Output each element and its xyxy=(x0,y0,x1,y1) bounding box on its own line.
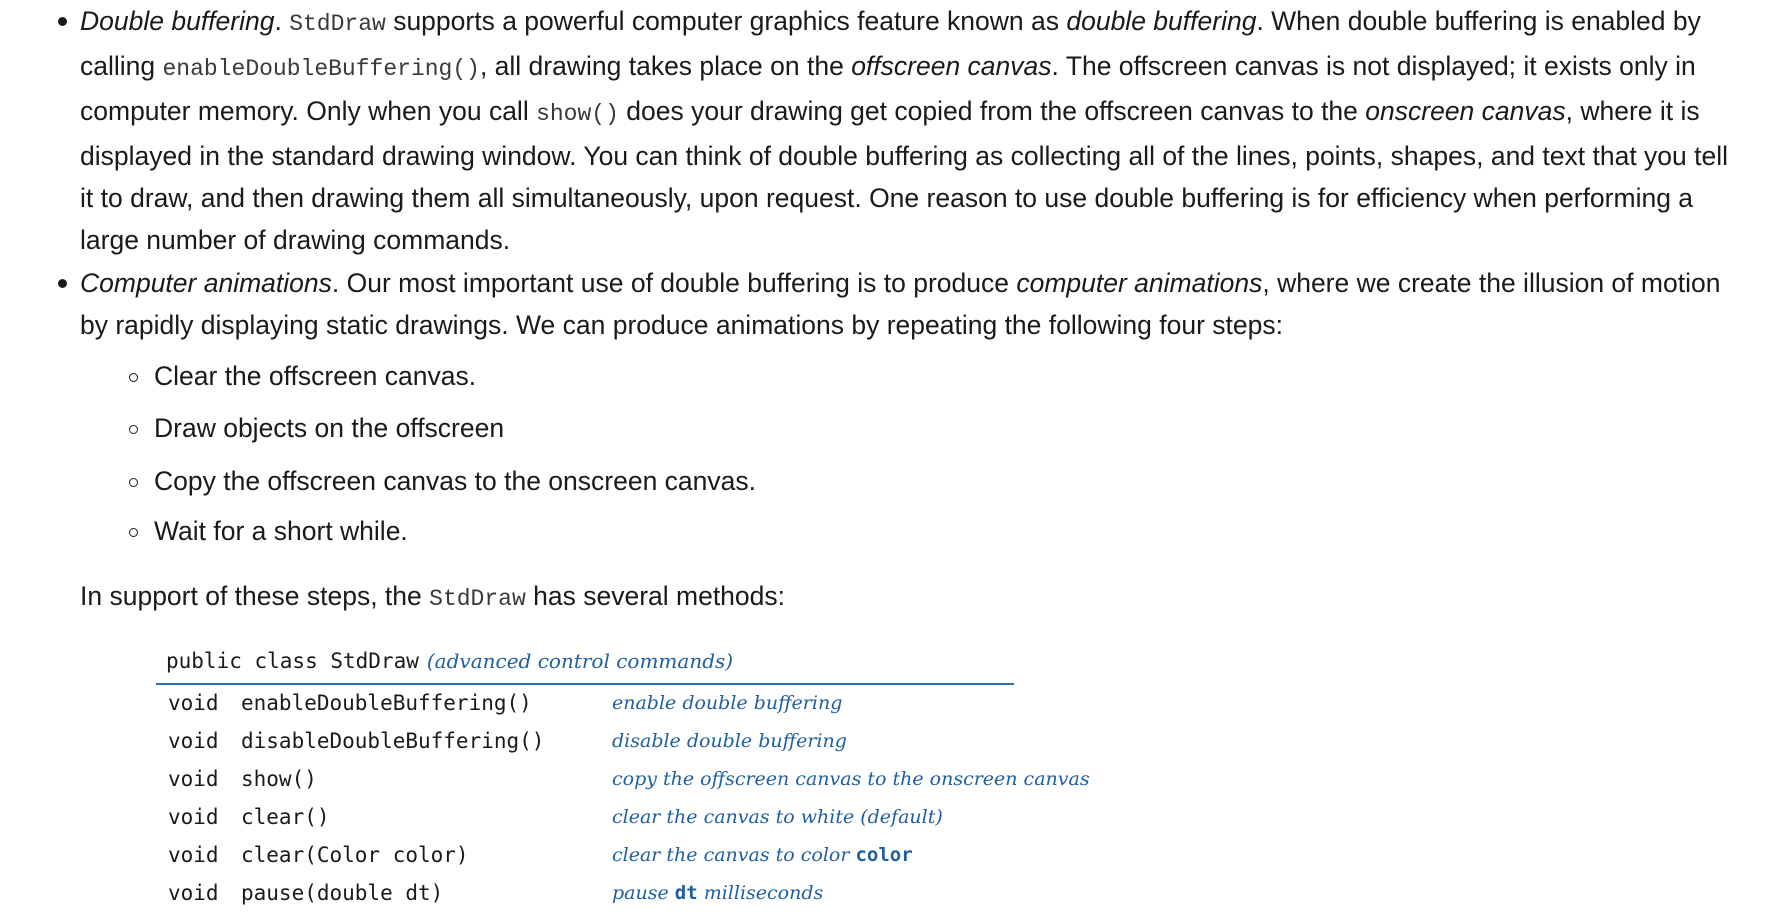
support-code: StdDraw xyxy=(429,586,526,612)
bullet-double-buffering: Double buffering. StdDraw supports a pow… xyxy=(80,0,1740,261)
api-row: void clear() clear the canvas to white (de… xyxy=(156,799,1016,837)
body-text: does your drawing get copied from the of… xyxy=(618,96,1366,126)
api-row: void clear(Color color) clear the canvas t… xyxy=(156,837,1016,875)
api-description-text: copy the offscreen canvas to the onscree… xyxy=(612,768,1090,790)
sub-bullet-marker xyxy=(129,528,138,537)
step-item: Wait for a short while. xyxy=(154,516,408,546)
api-return-type: void xyxy=(168,805,219,829)
api-method-signature: clear() xyxy=(241,805,330,829)
api-description-code: dt xyxy=(674,882,698,904)
api-method-description: pause dt milliseconds xyxy=(612,882,823,904)
api-method-signature: clear(Color color) xyxy=(241,843,469,867)
api-row: void pause(double dt) pause dt millisecond… xyxy=(156,875,1016,913)
api-return-type: void xyxy=(168,767,219,791)
api-method-description: disable double buffering xyxy=(612,730,847,752)
inline-code: show() xyxy=(536,101,619,127)
api-return-type: void xyxy=(168,843,219,867)
sub-bullet-marker xyxy=(129,425,138,434)
api-method-signature: show() xyxy=(241,767,317,791)
inline-code: StdDraw xyxy=(289,11,386,37)
api-header: public class StdDraw (advanced control co… xyxy=(156,640,1016,680)
support-text-before: In support of these steps, the xyxy=(80,581,430,611)
step-item: Draw objects on the offscreen xyxy=(154,413,505,443)
api-row: void disableDoubleBuffering() disable doub… xyxy=(156,723,1016,761)
support-paragraph: In support of these steps, the StdDraw h… xyxy=(80,575,785,620)
emphasis-text: offscreen canvas xyxy=(851,51,1052,81)
emphasis-text: computer animations xyxy=(1016,268,1263,298)
bullet-computer-animations: Computer animations. Our most important … xyxy=(80,262,1740,346)
api-method-signature: disableDoubleBuffering() xyxy=(241,729,545,753)
sub-bullet-marker xyxy=(129,373,138,382)
api-description-text: clear the canvas to white (default) xyxy=(612,806,943,828)
api-class-signature: public class StdDraw xyxy=(166,649,419,673)
bullet-body: . StdDraw supports a powerful computer g… xyxy=(80,6,1728,255)
api-table: public class StdDraw (advanced control co… xyxy=(156,640,1090,913)
inline-code: enableDoubleBuffering() xyxy=(162,56,480,82)
api-return-type: void xyxy=(168,881,219,905)
support-text-after: has several methods: xyxy=(525,581,786,611)
api-method-description: enable double buffering xyxy=(612,692,842,714)
api-method-signature: enableDoubleBuffering() xyxy=(241,691,532,715)
bullet-marker xyxy=(58,17,67,26)
api-method-description: clear the canvas to white (default) xyxy=(612,806,943,828)
bullet-marker xyxy=(58,279,67,288)
body-text: . Our most important use of double buffe… xyxy=(331,268,1017,298)
api-method-signature: pause(double dt) xyxy=(241,881,444,905)
emphasis-text: double buffering xyxy=(1066,6,1257,36)
api-row: void enableDoubleBuffering() enable double… xyxy=(156,685,1016,723)
body-text: . xyxy=(274,6,290,36)
api-description-text: milliseconds xyxy=(697,882,824,904)
step-item: Clear the offscreen canvas. xyxy=(154,361,477,391)
sub-bullet-marker xyxy=(129,478,138,487)
api-description-text: enable double buffering xyxy=(612,692,843,714)
api-description-text: clear the canvas to color xyxy=(612,844,856,866)
api-row: void show() copy the offscreen canvas to t… xyxy=(156,761,1090,799)
api-return-type: void xyxy=(168,691,219,715)
api-method-description: copy the offscreen canvas to the onscree… xyxy=(612,768,1090,790)
api-description-text: pause xyxy=(612,882,675,904)
api-description-text: disable double buffering xyxy=(612,730,847,752)
api-rows: void enableDoubleBuffering() enable double… xyxy=(156,685,1090,913)
bullet-term: Double buffering xyxy=(80,6,275,36)
api-method-description: clear the canvas to color color xyxy=(612,844,913,866)
body-text: , all drawing takes place on the xyxy=(479,51,852,81)
api-header-description: (advanced control commands) xyxy=(426,649,734,673)
api-description-code: color xyxy=(855,844,913,866)
body-text: supports a powerful computer graphics fe… xyxy=(385,6,1067,36)
bullet-term: Computer animations xyxy=(80,268,332,298)
emphasis-text: onscreen canvas xyxy=(1365,96,1566,126)
step-item: Copy the offscreen canvas to the onscree… xyxy=(154,466,757,496)
api-return-type: void xyxy=(168,729,219,753)
